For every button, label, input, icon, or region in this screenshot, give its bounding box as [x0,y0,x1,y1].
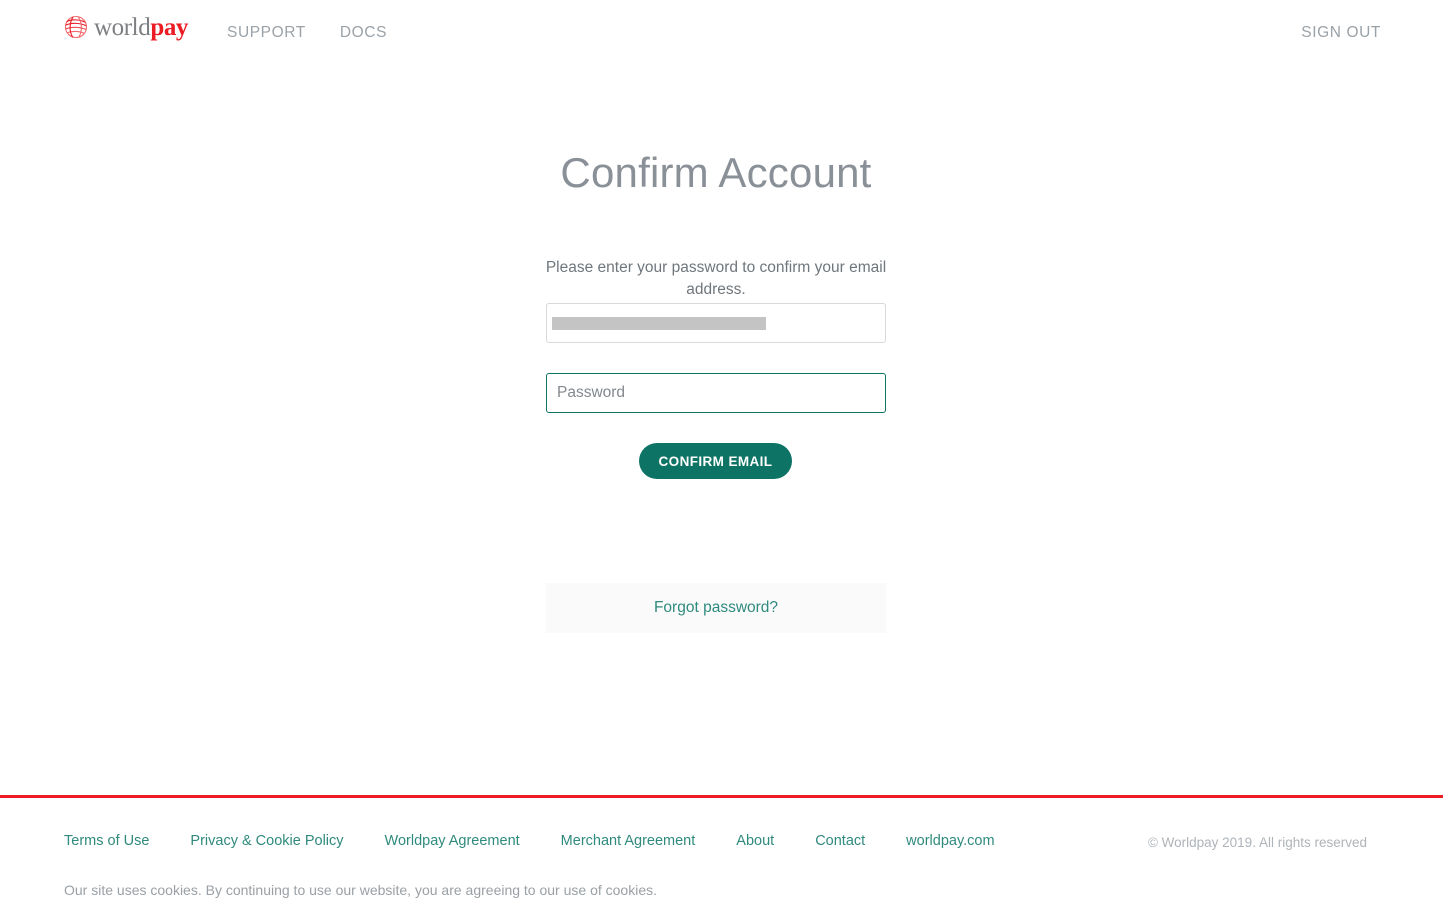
cookie-notice-text: Our site uses cookies. By continuing to … [64,882,657,898]
forgot-password-panel: Forgot password? [546,583,886,633]
password-input[interactable] [546,373,886,413]
forgot-password-link[interactable]: Forgot password? [654,599,778,617]
nav-docs[interactable]: DOCS [340,24,387,42]
site-footer: Terms of Use Privacy & Cookie Policy Wor… [0,798,1443,920]
email-input[interactable] [546,303,886,343]
worldpay-logo[interactable]: worldpay [63,14,188,40]
footer-link-about[interactable]: About [736,833,774,849]
site-header: worldpay SUPPORT DOCS SIGN OUT [0,0,1443,66]
footer-link-privacy-cookie-policy[interactable]: Privacy & Cookie Policy [190,833,343,849]
footer-link-contact[interactable]: Contact [815,833,865,849]
nav-support[interactable]: SUPPORT [227,24,306,42]
confirm-email-button[interactable]: CONFIRM EMAIL [639,443,792,479]
account-nav: SIGN OUT [1301,24,1381,42]
sign-out-link[interactable]: SIGN OUT [1301,24,1381,41]
copyright-text: © Worldpay 2019. All rights reserved [1147,835,1367,850]
logo-text-world: world [94,13,151,41]
footer-link-worldpay-agreement[interactable]: Worldpay Agreement [385,833,520,849]
primary-nav: SUPPORT DOCS [227,24,387,42]
footer-link-terms-of-use[interactable]: Terms of Use [64,833,149,849]
footer-link-merchant-agreement[interactable]: Merchant Agreement [561,833,696,849]
worldpay-wordmark: worldpay [94,15,188,40]
page-subtitle: Please enter your password to confirm yo… [545,258,887,298]
footer-link-list: Terms of Use Privacy & Cookie Policy Wor… [64,833,1036,849]
page-title: Confirm Account [560,149,872,196]
main-content: Confirm Account Please enter your passwo… [0,66,1443,795]
footer-link-worldpay-com[interactable]: worldpay.com [906,833,994,849]
logo-text-pay: pay [150,13,189,41]
worldpay-globe-icon [63,14,89,40]
